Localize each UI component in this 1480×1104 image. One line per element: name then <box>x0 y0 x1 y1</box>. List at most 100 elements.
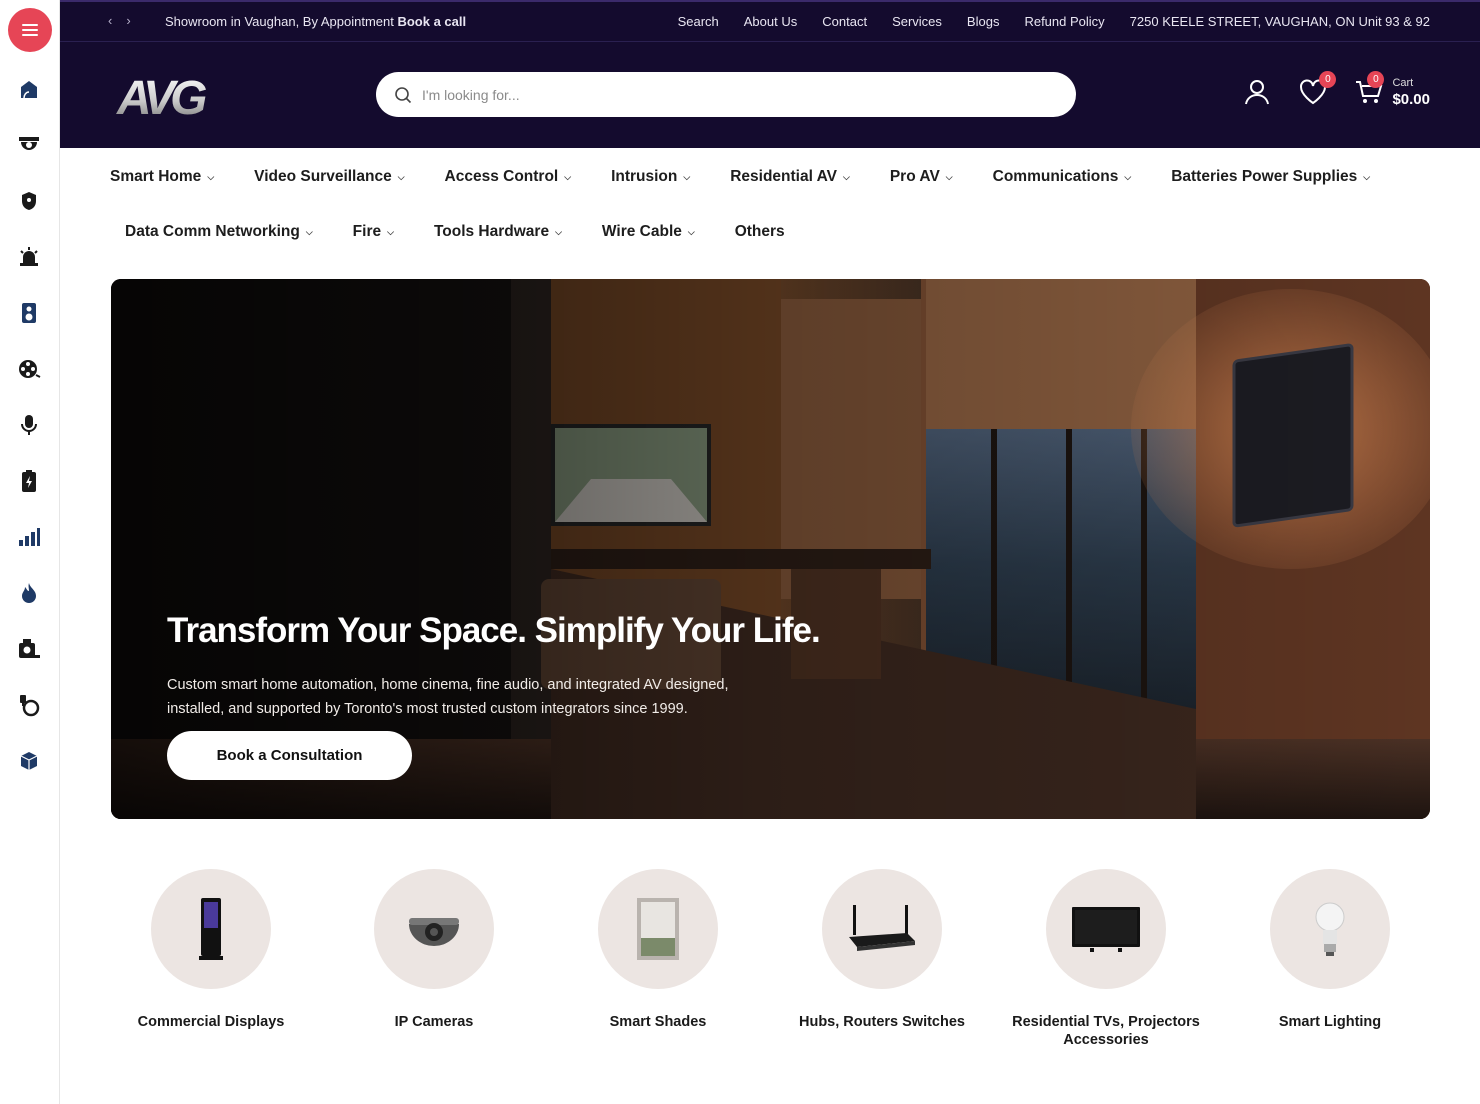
cart-summary: Cart $0.00 <box>1392 77 1430 108</box>
nav-label: Communications <box>992 168 1119 185</box>
book-consultation-button[interactable]: Book a Consultation <box>167 731 412 780</box>
chevron-left-icon[interactable]: ‹ <box>108 13 112 28</box>
category-image <box>598 869 718 989</box>
nav-intrusion[interactable]: Intrusion ⌵ <box>611 168 690 186</box>
top-bar: ‹ › Showroom in Vaughan, By Appointment … <box>60 0 1480 42</box>
router-icon <box>849 905 915 951</box>
nav-smart-home[interactable]: Smart Home ⌵ <box>110 168 214 186</box>
hamburger-icon <box>22 24 38 36</box>
category-image <box>151 869 271 989</box>
nav-video-surveillance[interactable]: Video Surveillance ⌵ <box>254 168 404 186</box>
rail-smart-home[interactable] <box>14 74 44 104</box>
cart-icon-wrap: 0 <box>1354 71 1385 107</box>
box-icon <box>20 752 38 770</box>
chevron-down-icon: ⌵ <box>1363 171 1371 182</box>
nav-tools-hardware[interactable]: Tools Hardware ⌵ <box>434 223 562 241</box>
top-link-address[interactable]: 7250 KEELE STREET, VAUGHAN, ON Unit 93 &… <box>1130 14 1430 29</box>
category-image <box>1046 869 1166 989</box>
chevron-down-icon: ⌵ <box>207 171 215 182</box>
rail-batteries-power[interactable] <box>14 466 44 496</box>
chevron-down-icon: ⌵ <box>555 226 562 237</box>
nav-fire[interactable]: Fire ⌵ <box>353 223 394 241</box>
category-smart-shades[interactable]: Smart Shades <box>558 869 758 1031</box>
nav-communications[interactable]: Communications ⌵ <box>993 168 1132 186</box>
category-ip-cameras[interactable]: IP Cameras <box>334 869 534 1031</box>
camera-dome-icon <box>19 137 39 150</box>
chevron-down-icon: ⌵ <box>564 171 572 182</box>
rail-others[interactable] <box>14 746 44 776</box>
top-link-blogs[interactable]: Blogs <box>967 14 1000 29</box>
category-label: Hubs, Routers Switches <box>799 1014 965 1030</box>
rail-data-comm-networking[interactable] <box>14 522 44 552</box>
rail-fire[interactable] <box>14 578 44 608</box>
nav-label: Fire <box>352 223 382 240</box>
category-smart-lighting[interactable]: Smart Lighting <box>1230 869 1430 1031</box>
hero-title: Transform Your Space. Simplify Your Life… <box>167 611 821 650</box>
category-image <box>1270 869 1390 989</box>
alarm-siren-icon <box>20 247 38 266</box>
rail-residential-av[interactable] <box>14 298 44 328</box>
chevron-down-icon: ⌵ <box>687 226 695 237</box>
svg-text:AVG: AVG <box>116 72 206 124</box>
promo-arrows: ‹ › <box>108 13 131 28</box>
rail-intrusion[interactable] <box>14 242 44 272</box>
top-link-about[interactable]: About Us <box>744 14 797 29</box>
category-commercial-displays[interactable]: Commercial Displays <box>111 869 311 1031</box>
nav-others[interactable]: Others <box>735 223 785 241</box>
nav-residential-av[interactable]: Residential AV ⌵ <box>730 168 850 186</box>
category-residential-tvs[interactable]: Residential TVs, Projectors Accessories <box>1006 869 1206 1049</box>
top-link-contact[interactable]: Contact <box>822 14 867 29</box>
kiosk-display-icon <box>199 898 223 960</box>
nav-label: Data Comm Networking <box>125 223 300 240</box>
promo-message: Showroom in Vaughan, By Appointment Book… <box>165 14 466 29</box>
top-link-refund[interactable]: Refund Policy <box>1024 14 1104 29</box>
nav-pro-av[interactable]: Pro AV ⌵ <box>890 168 953 186</box>
category-hubs-routers[interactable]: Hubs, Routers Switches <box>782 869 982 1031</box>
nav-wire-cable[interactable]: Wire Cable ⌵ <box>602 223 695 241</box>
rail-wire-cable[interactable] <box>14 690 44 720</box>
nav-row-1: Smart Home ⌵ Video Surveillance ⌵ Access C… <box>110 168 1370 186</box>
wishlist-count-badge: 0 <box>1319 71 1337 88</box>
nav-access-control[interactable]: Access Control ⌵ <box>445 168 572 186</box>
rail-access-control[interactable] <box>14 186 44 216</box>
cart-button[interactable]: 0 Cart $0.00 <box>1354 71 1430 108</box>
chevron-down-icon: ⌵ <box>945 171 953 182</box>
chevron-down-icon: ⌵ <box>305 226 313 237</box>
search-bar <box>376 72 1076 117</box>
smart-home-icon <box>21 81 37 99</box>
category-image <box>822 869 942 989</box>
search-icon[interactable] <box>394 86 412 104</box>
account-button[interactable] <box>1242 77 1272 107</box>
category-label: Smart Shades <box>609 1014 707 1030</box>
chevron-right-icon[interactable]: › <box>126 13 130 28</box>
hamburger-menu-button[interactable] <box>8 8 52 52</box>
search-input[interactable] <box>422 86 1022 103</box>
nav-data-comm[interactable]: Data Comm Networking ⌵ <box>125 223 313 241</box>
avg-logo[interactable]: AVG <box>115 64 207 124</box>
rail-video-surveillance[interactable] <box>14 130 44 160</box>
nav-label: Tools Hardware <box>433 223 550 240</box>
nav-label: Smart Home <box>110 168 202 185</box>
main-nav: Smart Home ⌵ Video Surveillance ⌵ Access C… <box>60 148 1480 260</box>
light-bulb-icon <box>1315 902 1345 956</box>
top-link-search[interactable]: Search <box>678 14 719 29</box>
nav-batteries-power[interactable]: Batteries Power Supplies ⌵ <box>1171 168 1370 186</box>
rail-communications[interactable] <box>14 410 44 440</box>
window-shade-icon <box>637 898 679 960</box>
top-links: Search About Us Contact Services Blogs R… <box>678 14 1430 29</box>
nav-label: Residential AV <box>730 168 838 185</box>
chevron-down-icon: ⌵ <box>843 171 850 182</box>
nav-label: Video Surveillance <box>254 168 392 185</box>
wishlist-button[interactable]: 0 <box>1298 71 1337 107</box>
rail-pro-av[interactable] <box>14 354 44 384</box>
category-label: Commercial Displays <box>137 1014 285 1030</box>
nav-label: Batteries Power Supplies <box>1171 168 1358 185</box>
chevron-down-icon: ⌵ <box>397 171 405 182</box>
cart-total: $0.00 <box>1392 90 1430 108</box>
nav-label: Pro AV <box>889 168 940 185</box>
top-link-services[interactable]: Services <box>892 14 942 29</box>
chevron-down-icon: ⌵ <box>683 171 691 182</box>
book-call-link[interactable]: Book a call <box>397 14 466 29</box>
nav-label: Access Control <box>444 168 559 185</box>
rail-tools-hardware[interactable] <box>14 634 44 664</box>
